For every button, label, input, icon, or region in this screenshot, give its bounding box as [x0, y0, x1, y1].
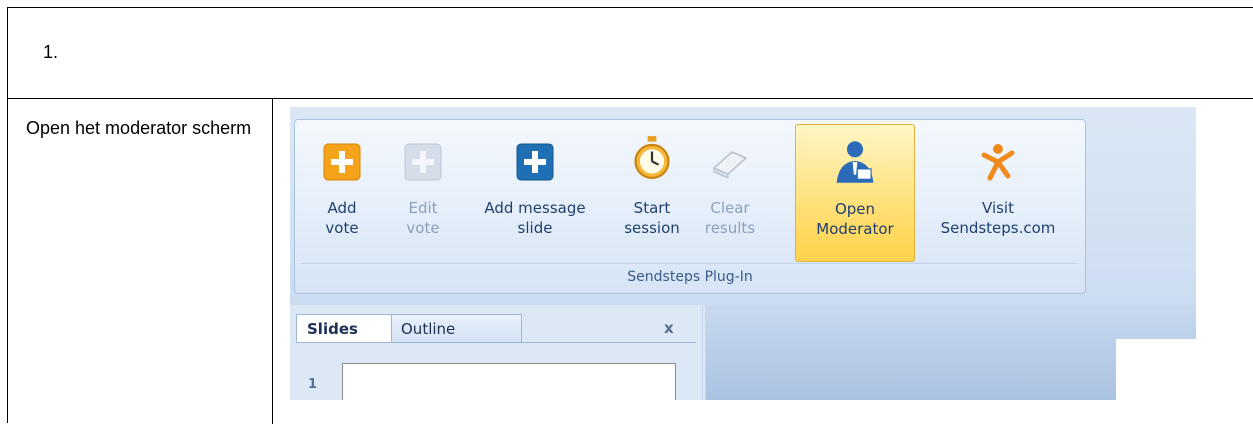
- clear-results-label-1: Clear: [710, 199, 750, 217]
- tab-slides[interactable]: Slides: [296, 314, 392, 342]
- sendsteps-logo-icon: [981, 144, 1015, 181]
- edit-vote-button[interactable]: Edit vote: [395, 126, 451, 260]
- ribbon-group-label: Sendsteps Plug-In: [627, 269, 753, 285]
- open-moderator-button[interactable]: Open Moderator: [795, 124, 915, 262]
- moderator-person-icon: [836, 141, 874, 183]
- visit-label-2: Sendsteps.com: [940, 219, 1056, 237]
- sendsteps-ribbon-group: Add vote Edit vote Add message slide Sta…: [294, 119, 1086, 294]
- step-number: 1.: [43, 42, 59, 62]
- edit-vote-label-2: vote: [406, 219, 440, 237]
- open-moderator-label-2: Moderator: [816, 220, 894, 238]
- slide-canvas[interactable]: [1116, 339, 1196, 400]
- start-session-label-1: Start: [633, 199, 671, 217]
- slide-thumbnail[interactable]: [342, 363, 676, 400]
- add-vote-button[interactable]: Add vote: [307, 126, 377, 260]
- powerpoint-screenshot: Add vote Edit vote Add message slide Sta…: [290, 107, 1196, 400]
- add-vote-label-1: Add: [327, 199, 357, 217]
- slide-number: 1: [308, 377, 318, 392]
- group-separator: [301, 263, 1079, 264]
- edit-plus-icon: [404, 143, 442, 181]
- clear-results-label-2: results: [704, 219, 756, 237]
- open-moderator-label-1: Open: [834, 200, 876, 218]
- step-instruction: Open het moderator scherm: [26, 118, 252, 138]
- start-session-label-2: session: [624, 219, 680, 237]
- tab-outline[interactable]: Outline: [390, 314, 522, 342]
- start-session-button[interactable]: Start session: [613, 126, 691, 260]
- add-message-slide-button[interactable]: Add message slide: [465, 126, 605, 260]
- clear-results-button[interactable]: Clear results: [695, 126, 765, 260]
- edit-vote-label-1: Edit: [408, 199, 438, 217]
- add-plus-icon: [323, 143, 361, 181]
- table-row-divider: [8, 98, 1253, 99]
- visit-sendsteps-button[interactable]: Visit Sendsteps.com: [919, 126, 1077, 260]
- visit-label-1: Visit: [982, 199, 1014, 217]
- table-column-divider: [272, 98, 273, 424]
- add-message-plus-icon: [516, 143, 554, 181]
- add-message-label-1: Add message: [484, 199, 586, 217]
- stopwatch-icon: [634, 136, 670, 179]
- tab-underline: [296, 342, 696, 343]
- add-message-label-2: slide: [517, 219, 553, 237]
- close-icon[interactable]: x: [664, 314, 674, 342]
- add-vote-label-2: vote: [325, 219, 359, 237]
- eraser-icon: [712, 151, 748, 179]
